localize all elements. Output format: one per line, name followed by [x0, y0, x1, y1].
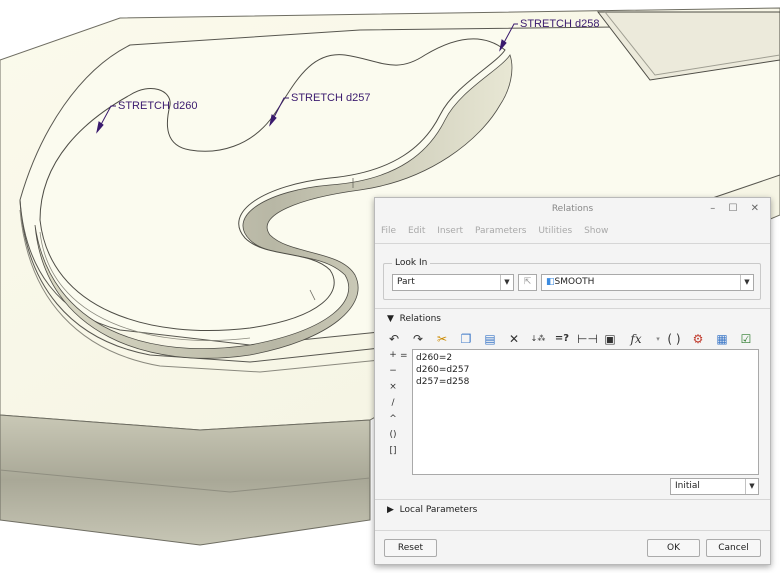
relations-editor[interactable]: d260=2 d260=d257 d257=d258	[412, 349, 759, 475]
parameters-icon[interactable]: ⚙	[689, 330, 707, 348]
relations-dialog: Relations – ☐ ✕ File Edit Insert Paramet…	[374, 197, 771, 565]
function-icon[interactable]: fx	[627, 330, 645, 348]
menu-file[interactable]: File	[381, 226, 396, 236]
expanded-triangle-icon: ▼	[387, 314, 394, 324]
chevron-down-icon: ▼	[745, 479, 758, 494]
menu-insert[interactable]: Insert	[437, 226, 463, 236]
plus-operator[interactable]: +	[387, 350, 399, 360]
relation-line: d257=d258	[416, 377, 470, 387]
evaluate-icon[interactable]: =?	[553, 330, 571, 348]
dialog-titlebar[interactable]: Relations – ☐ ✕	[375, 198, 770, 222]
delete-icon[interactable]: ✕	[505, 330, 523, 348]
ok-button[interactable]: OK	[647, 539, 700, 557]
relations-heading: Relations	[399, 314, 441, 324]
divide-operator[interactable]: /	[387, 398, 399, 408]
measure-icon[interactable]: ⊢⊣	[577, 330, 598, 348]
cursor-pointer-icon: ⇱	[523, 277, 532, 287]
look-in-type-value: Part	[397, 277, 415, 287]
cut-icon[interactable]: ✂	[433, 330, 451, 348]
window-buttons[interactable]: – ☐ ✕	[710, 203, 764, 214]
equals-operator[interactable]: =	[400, 351, 408, 361]
dimension-label-d258[interactable]: STRETCH d258	[520, 18, 599, 30]
minus-operator[interactable]: −	[387, 366, 399, 376]
sort-icon[interactable]: ↓⁂	[529, 330, 547, 348]
look-in-legend: Look In	[395, 258, 428, 268]
relation-line: d260=d257	[416, 365, 470, 375]
initial-select[interactable]: Initial ▼	[670, 478, 759, 495]
divider	[375, 530, 770, 531]
dimension-label-d260[interactable]: STRETCH d260	[118, 100, 197, 112]
part-icon: ◧	[546, 277, 555, 287]
initial-value: Initial	[675, 481, 700, 491]
look-in-type-select[interactable]: Part ▼	[392, 274, 514, 291]
divider	[375, 243, 770, 244]
base-plate-side	[0, 414, 371, 546]
redo-icon[interactable]: ↷	[409, 330, 427, 348]
display-icon[interactable]: ▦	[713, 330, 731, 348]
show-values-icon[interactable]: ▣	[601, 330, 619, 348]
verify-icon[interactable]: ☑	[737, 330, 755, 348]
select-model-button[interactable]: ⇱	[518, 274, 537, 291]
divider	[375, 499, 770, 500]
brackets-operator[interactable]: []	[387, 446, 399, 456]
menu-edit[interactable]: Edit	[408, 226, 425, 236]
divider	[375, 308, 770, 309]
multiply-operator[interactable]: ×	[387, 382, 399, 392]
chevron-down-icon: ▼	[500, 275, 513, 290]
cancel-button[interactable]: Cancel	[706, 539, 761, 557]
dimension-label-d257[interactable]: STRETCH d257	[291, 92, 370, 104]
paste-icon[interactable]: ▤	[481, 330, 499, 348]
look-in-model-value: SMOOTH	[554, 277, 595, 287]
reset-button[interactable]: Reset	[384, 539, 437, 557]
power-operator[interactable]: ^	[387, 414, 399, 424]
undo-icon[interactable]: ↶	[385, 330, 403, 348]
look-in-model-select[interactable]: ◧SMOOTH ▼	[541, 274, 754, 291]
local-parameters-heading: Local Parameters	[399, 505, 478, 515]
copy-icon[interactable]: ❐	[457, 330, 475, 348]
brackets-icon[interactable]: ( )	[665, 330, 683, 348]
menu-bar: File Edit Insert Parameters Utilities Sh…	[381, 226, 617, 236]
relations-section-toggle[interactable]: ▼ Relations	[387, 314, 441, 324]
relations-toolbar: ↶ ↷ ✂ ❐ ▤ ✕ ↓⁂ =? ⊢⊣ ▣ fx ▾ ( ) ⚙ ▦ ☑	[385, 330, 761, 348]
parentheses-operator[interactable]: ()	[387, 430, 399, 440]
menu-parameters[interactable]: Parameters	[475, 226, 527, 236]
menu-utilities[interactable]: Utilities	[538, 226, 572, 236]
collapsed-triangle-icon: ▶	[387, 505, 394, 515]
relation-line: d260=2	[416, 353, 453, 363]
local-parameters-toggle[interactable]: ▶ Local Parameters	[387, 505, 477, 515]
menu-show[interactable]: Show	[584, 226, 608, 236]
chevron-down-icon: ▼	[740, 275, 753, 290]
